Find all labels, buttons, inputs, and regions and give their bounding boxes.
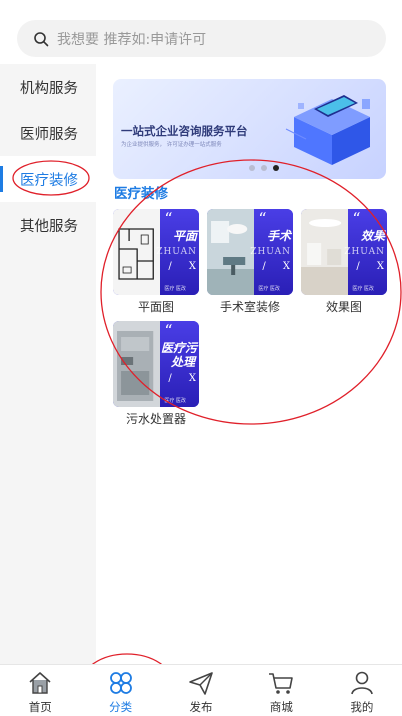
tile-label: 手术室装修 bbox=[219, 300, 280, 314]
quote-mark: “ bbox=[164, 321, 173, 340]
tile-floor-plan[interactable]: “ 平面 ZHUAN / X 医疗 医改 平面图 bbox=[113, 209, 199, 315]
tab-category[interactable]: 分类 bbox=[80, 665, 160, 716]
thumb-slash: / bbox=[168, 373, 172, 384]
promo-banner[interactable]: 一站式企业咨询服务平台 为企业提供服务， 许可证办理一站式服务 bbox=[113, 79, 386, 179]
banner-pagination bbox=[113, 165, 386, 171]
tile-rendering[interactable]: “ 效果 ZHUAN / X 医疗 医改 效果图 bbox=[301, 209, 387, 315]
banner-subtitle: 为企业提供服务， 许可证办理一站式服务 bbox=[121, 142, 222, 148]
floor-plan-drawing bbox=[113, 209, 161, 295]
floor-plan-thumbnail: “ 平面 ZHUAN / X 医疗 医改 bbox=[113, 209, 199, 295]
sidebar-item-other-services[interactable]: 其他服务 bbox=[0, 202, 96, 248]
tile-operating-room[interactable]: “ 手术 ZHUAN / X 医疗 医改 手术室装修 bbox=[207, 209, 293, 315]
operating-room-thumbnail: “ 手术 ZHUAN / X 医疗 医改 bbox=[207, 209, 293, 295]
thumb-slash: / bbox=[356, 261, 360, 272]
banner-dot-3[interactable] bbox=[272, 165, 279, 171]
rendering-photo bbox=[301, 209, 349, 295]
thumb-footer: 医疗 医改 bbox=[164, 398, 186, 404]
sidebar-item-medical-decoration[interactable]: 医疗装修 bbox=[0, 156, 96, 202]
tab-profile[interactable]: 我的 bbox=[322, 665, 402, 716]
tab-mall[interactable]: 商城 bbox=[241, 665, 321, 716]
cart-icon bbox=[269, 673, 294, 694]
thumb-x: X bbox=[282, 261, 290, 272]
tab-home[interactable]: 首页 bbox=[0, 665, 80, 716]
thumb-footer: 医疗 医改 bbox=[164, 286, 186, 292]
sewage-treatment-thumbnail: “ 医疗污 处理 / X 医疗 医改 bbox=[113, 321, 199, 407]
sidebar-item-physician-services[interactable]: 医师服务 bbox=[0, 110, 96, 156]
thumb-x: X bbox=[376, 261, 384, 272]
thumb-slash: / bbox=[262, 261, 266, 272]
thumb-pinyin: ZHUAN bbox=[250, 247, 291, 257]
quote-mark: “ bbox=[352, 209, 361, 228]
banner-title: 一站式企业咨询服务平台 bbox=[121, 124, 248, 138]
thumb-slash: / bbox=[168, 261, 172, 272]
tile-sewage-treatment[interactable]: “ 医疗污 处理 / X 医疗 医改 污水处置器 bbox=[113, 321, 199, 427]
tile-title-panel: “ 效果 ZHUAN / X 医疗 医改 bbox=[344, 209, 387, 295]
bottom-tab-bar: 首页 分类 发布 商城 我的 bbox=[0, 664, 402, 716]
search-placeholder[interactable]: 我想要 推荐如:申请许可 bbox=[57, 29, 206, 49]
thumb-x: X bbox=[188, 261, 196, 272]
rendering-thumbnail: “ 效果 ZHUAN / X 医疗 医改 bbox=[301, 209, 387, 295]
home-icon bbox=[29, 672, 51, 694]
tab-publish[interactable]: 发布 bbox=[161, 665, 241, 716]
operating-room-photo bbox=[207, 209, 255, 295]
category-icon bbox=[109, 672, 132, 694]
sidebar-item-institution-services[interactable]: 机构服务 bbox=[0, 64, 96, 110]
section-title: 医疗装修 bbox=[114, 186, 168, 202]
tab-publish-label: 发布 bbox=[189, 700, 213, 714]
category-sidebar: 机构服务 医师服务 医疗装修 其他服务 bbox=[0, 64, 96, 664]
tile-label: 污水处置器 bbox=[125, 412, 186, 426]
quote-mark: “ bbox=[164, 209, 173, 228]
sewage-equipment-photo bbox=[113, 321, 161, 407]
tab-profile-label: 我的 bbox=[350, 700, 374, 714]
thumb-pinyin: ZHUAN bbox=[156, 247, 197, 257]
thumb-title: 手术 bbox=[266, 229, 291, 243]
banner-dot-1[interactable] bbox=[248, 165, 255, 171]
send-icon bbox=[189, 672, 213, 695]
tile-title-panel: “ 医疗污 处理 / X 医疗 医改 bbox=[160, 321, 199, 407]
banner-dot-2[interactable] bbox=[260, 165, 267, 171]
user-icon bbox=[351, 671, 373, 695]
tile-label: 效果图 bbox=[325, 300, 362, 314]
isometric-device-illustration bbox=[285, 95, 370, 165]
thumb-footer: 医疗 医改 bbox=[258, 286, 280, 292]
tab-home-label: 首页 bbox=[28, 700, 52, 714]
search-bar[interactable]: 我想要 推荐如:申请许可 bbox=[17, 20, 386, 57]
tile-label: 平面图 bbox=[137, 300, 174, 314]
tile-title-panel: “ 手术 ZHUAN / X 医疗 医改 bbox=[250, 209, 293, 295]
thumb-title: 平面 bbox=[172, 229, 197, 243]
category-content: 一站式企业咨询服务平台 为企业提供服务， 许可证办理一站式服务 医疗装修 “ 平… bbox=[96, 64, 402, 664]
search-header: 我想要 推荐如:申请许可 bbox=[0, 0, 402, 64]
tile-title-panel: “ 平面 ZHUAN / X 医疗 医改 bbox=[156, 209, 199, 295]
search-icon bbox=[34, 31, 49, 46]
tab-category-label: 分类 bbox=[109, 700, 133, 714]
quote-mark: “ bbox=[258, 209, 267, 228]
thumb-title: 效果 bbox=[360, 229, 385, 243]
thumb-title-line2: 处理 bbox=[170, 355, 195, 369]
tab-mall-label: 商城 bbox=[269, 700, 293, 714]
thumb-x: X bbox=[188, 373, 196, 384]
thumb-footer: 医疗 医改 bbox=[352, 286, 374, 292]
thumb-pinyin: ZHUAN bbox=[344, 247, 385, 257]
